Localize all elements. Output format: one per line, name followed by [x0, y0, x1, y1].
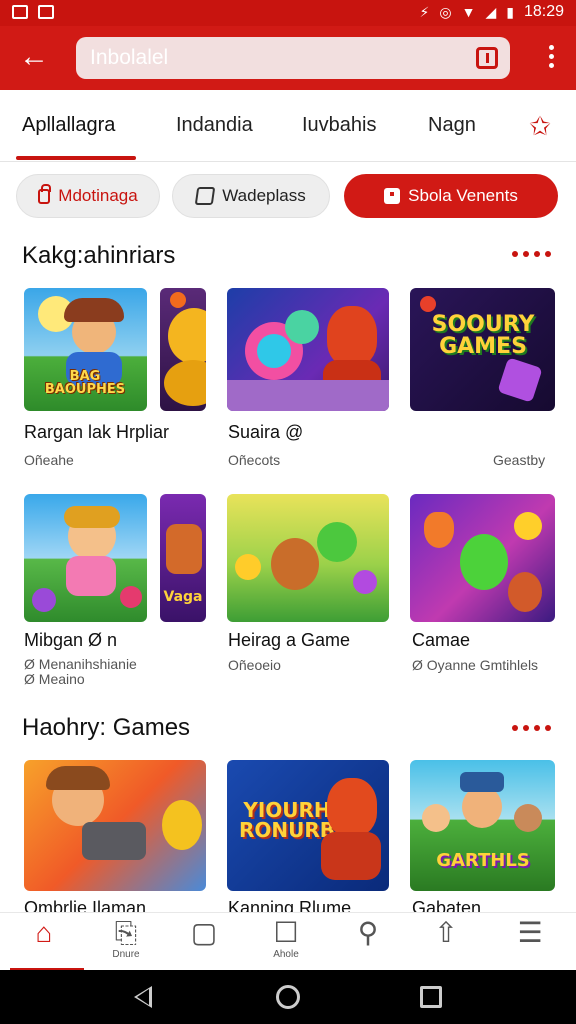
tile-logo-text: YIOURH RONURB — [238, 798, 336, 842]
section-more-button[interactable] — [512, 251, 552, 261]
system-back-icon[interactable] — [134, 986, 152, 1008]
nav-dnure[interactable]: ⎘ Dnure — [96, 917, 156, 969]
lock-icon — [38, 183, 52, 204]
nav-profile[interactable]: ☰ — [500, 917, 560, 969]
tile-subtitle: Oñeoeio — [228, 657, 281, 673]
nav-share[interactable]: ⇧ — [416, 917, 476, 969]
chip-sbola-venents[interactable]: Sbola Venents — [344, 174, 558, 218]
star-icon[interactable]: ✩ — [526, 112, 554, 140]
tile-title: Camae — [412, 630, 471, 650]
game-tile-partial[interactable]: Vaga — [160, 494, 206, 622]
tablet-icon: ▢ — [190, 917, 218, 948]
tile-title: Gabaten — [412, 898, 482, 912]
game-tile[interactable] — [410, 494, 555, 622]
system-home-icon[interactable] — [276, 985, 300, 1009]
search-input[interactable] — [90, 37, 450, 79]
battery-icon: ▮ — [506, 3, 514, 20]
chip-mdotinaga[interactable]: Mdotinaga — [16, 174, 160, 218]
tile-logo-text: GARTHLS — [436, 850, 530, 871]
overflow-menu-button[interactable] — [546, 42, 556, 74]
nav-home[interactable]: ⌂ — [14, 917, 74, 969]
tile-title: Heirag a Game — [228, 630, 351, 650]
square-icon — [384, 188, 401, 204]
app-bar: ← — [0, 26, 576, 90]
profile-icon: ☰ — [517, 917, 543, 948]
tile-logo-text: Vaga — [163, 589, 203, 605]
tile-title: Rargan lak Hrpliar — [24, 422, 170, 442]
tile-subtitle: Oñecots — [228, 452, 281, 468]
search-icon: ⚲ — [357, 917, 379, 948]
active-tab-indicator — [16, 156, 136, 160]
system-recents-icon[interactable] — [420, 986, 442, 1008]
tile-title: Mibgan Ø n — [24, 630, 118, 650]
tile-logo-text: BAG BAOUPHES — [44, 369, 126, 397]
chip-wadeplass[interactable]: Wadeplass — [172, 174, 330, 218]
tile-title: Ombrlie Ilaman — [24, 898, 147, 912]
section-more-button[interactable] — [512, 725, 552, 735]
ticket-icon — [195, 187, 216, 205]
game-tile[interactable] — [24, 494, 147, 622]
bookmark-icon: ⎘ — [114, 917, 138, 948]
section-title: Haohry: Games — [22, 714, 191, 741]
tile-subtitle: Ø Menanihshianie — [24, 656, 137, 672]
tile-subtitle: Ø Meaino — [24, 671, 85, 687]
gallery-icon — [38, 5, 54, 19]
nav-tablet[interactable]: ▢ — [174, 917, 234, 969]
game-tile-partial[interactable] — [160, 288, 206, 411]
arrow-back-icon: ← — [19, 40, 49, 73]
nav-search[interactable]: ⚲ — [338, 917, 398, 969]
game-tile[interactable]: YIOURH RONURB — [227, 760, 389, 891]
tile-subtitle: Ø Oyanne Gmtihlels — [412, 657, 539, 673]
game-tile[interactable]: BAG BAOUPHES — [24, 288, 147, 411]
tab-iuvbahis[interactable]: Iuvbahis — [302, 114, 377, 137]
tile-title: Kanning Rlume — [228, 898, 352, 912]
chip-label: Sbola Venents — [408, 186, 518, 205]
wifi-icon: ▼ — [461, 4, 476, 20]
tab-nagn[interactable]: Nagn — [428, 114, 476, 137]
game-tile[interactable] — [227, 288, 389, 411]
status-bar: ⚡ ◎ ▼ ◢ ▮ 18:29 — [0, 0, 576, 26]
tile-subtitle: Geastby — [493, 452, 546, 468]
section-title: Kakg:ahinriars — [22, 242, 176, 269]
game-tile[interactable] — [24, 760, 206, 891]
search-bar[interactable] — [76, 37, 510, 79]
tab-apllallagra[interactable]: Apllallagra — [22, 114, 115, 137]
signal-icon: ◢ — [485, 3, 497, 20]
game-tile[interactable]: SOOURY GAMES — [410, 288, 555, 411]
vibrate-icon: ⚡ — [419, 3, 430, 20]
tile-subtitle: Oñeahe — [24, 452, 74, 468]
chat-icon: ☐ — [273, 917, 299, 948]
bottom-navigation: ⌂ ⎘ Dnure ▢ ☐ Ahole ⚲ ⇧ ☰ — [0, 912, 576, 971]
category-tabs: Apllallagra Indandia Iuvbahis Nagn ✩ — [0, 90, 576, 162]
notification-icons — [12, 5, 54, 19]
chip-label: Wadeplass — [222, 186, 306, 205]
chip-label: Mdotinaga — [58, 186, 138, 205]
home-icon: ⌂ — [35, 917, 53, 948]
status-time: 18:29 — [523, 3, 564, 20]
game-tile[interactable] — [227, 494, 389, 622]
tab-indandia[interactable]: Indandia — [176, 114, 253, 137]
game-tile[interactable]: GARTHLS — [410, 760, 555, 891]
status-right: ⚡ ◎ ▼ ◢ ▮ 18:29 — [420, 3, 564, 21]
nav-ahole[interactable]: ☐ Ahole — [256, 917, 316, 969]
tile-title: Suaira @ — [228, 422, 304, 442]
share-icon: ⇧ — [434, 917, 458, 948]
voice-search-icon[interactable] — [476, 47, 498, 69]
alarm-icon: ◎ — [439, 3, 452, 20]
system-navigation-bar — [0, 970, 576, 1024]
tile-logo-text: SOOURY GAMES — [431, 312, 535, 359]
notification-icon — [12, 5, 28, 19]
back-button[interactable]: ← — [14, 40, 54, 76]
